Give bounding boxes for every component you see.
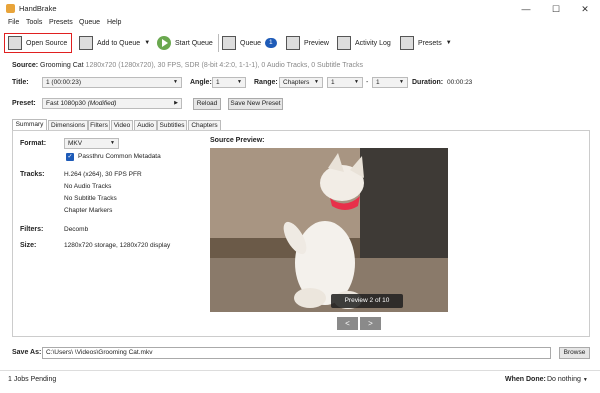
browse-button[interactable]: Browse [559, 347, 590, 359]
cat-preview-picture [210, 148, 448, 312]
range-end-select[interactable]: 1 ▼ [372, 77, 408, 88]
window-title: HandBrake [19, 4, 57, 13]
format-label: Format: [20, 140, 47, 147]
format-value: MKV [68, 140, 83, 147]
presets-button[interactable]: Presets ▼ [400, 33, 452, 53]
title-value: 1 (00:00:23) [46, 79, 82, 86]
source-label: Source: [12, 62, 39, 69]
size-value: 1280x720 storage, 1280x720 display [64, 242, 171, 249]
title-label: Title: [12, 79, 29, 86]
add-queue-icon [79, 36, 93, 50]
angle-value: 1 [216, 79, 220, 86]
chevron-down-icon: ▼ [237, 79, 242, 85]
passthru-checkbox[interactable]: ✓ [66, 153, 74, 161]
add-to-queue-button[interactable]: Add to Queue ▼ [79, 33, 150, 53]
chevron-down-icon[interactable]: ▼ [144, 40, 150, 46]
jobs-pending-status: 1 Jobs Pending [8, 376, 57, 383]
preset-select[interactable]: Fast 1080p30 (Modified) ▶ [42, 98, 182, 109]
start-queue-button[interactable]: Start Queue [157, 33, 213, 53]
track-item: No Subtitle Tracks [64, 195, 117, 202]
activity-log-label: Activity Log [355, 39, 391, 47]
save-path-input[interactable]: C:\Users\ \Videos\Grooming Cat.mkv [42, 347, 551, 359]
source-info: Source: Grooming Cat 1280x720 (1280x720)… [12, 62, 363, 69]
angle-select[interactable]: 1 ▼ [212, 77, 246, 88]
preview-label: Preview [304, 39, 329, 47]
tracks-label: Tracks: [20, 171, 45, 178]
title-bar [0, 0, 600, 18]
menu-file[interactable]: File [8, 19, 19, 26]
chevron-down-icon: ▼ [582, 377, 588, 383]
preview-button[interactable]: Preview [286, 33, 329, 53]
save-new-preset-button[interactable]: Save New Preset [228, 98, 283, 110]
source-detail: 1280x720 (1280x720), 30 FPS, SDR (8-bit … [85, 62, 363, 69]
handbrake-logo-icon [6, 4, 15, 13]
add-to-queue-label: Add to Queue [97, 39, 141, 47]
duration-label: Duration: [412, 79, 444, 86]
chevron-right-icon: ▶ [174, 100, 178, 106]
presets-icon [400, 36, 414, 50]
activity-log-button[interactable]: Activity Log [337, 33, 391, 53]
filters-value: Decomb [64, 226, 89, 233]
menu-presets[interactable]: Presets [49, 19, 73, 26]
chevron-down-icon: ▼ [445, 40, 452, 46]
preview-icon [286, 36, 300, 50]
when-done-label: When Done: [505, 376, 546, 383]
preset-modified: (Modified) [87, 100, 117, 107]
range-dash: - [366, 79, 369, 86]
open-source-button[interactable]: Open Source [4, 33, 72, 53]
title-select[interactable]: 1 (00:00:23) ▼ [42, 77, 182, 88]
preview-counter: Preview 2 of 10 [331, 294, 403, 308]
chevron-down-icon: ▼ [399, 79, 404, 85]
menu-queue[interactable]: Queue [79, 19, 100, 26]
next-preview-button[interactable]: > [360, 317, 381, 330]
minimize-button[interactable]: — [513, 2, 539, 16]
when-done-value: Do nothing [547, 376, 581, 383]
range-end-value: 1 [376, 79, 380, 86]
chevron-down-icon: ▼ [314, 79, 319, 85]
toolbar-divider [218, 34, 219, 52]
filters-label: Filters: [20, 226, 44, 233]
range-type-select[interactable]: Chapters ▼ [279, 77, 323, 88]
presets-label: Presets [418, 39, 442, 47]
queue-label: Queue [240, 39, 262, 47]
queue-button[interactable]: Queue 1 [222, 33, 277, 53]
preset-label: Preset: [12, 100, 36, 107]
start-queue-label: Start Queue [175, 39, 213, 47]
play-icon [157, 36, 171, 50]
save-as-label: Save As: [12, 349, 42, 356]
duration-value: 00:00:23 [447, 79, 473, 86]
range-type-value: Chapters [283, 79, 310, 86]
source-name: Grooming Cat [40, 62, 84, 69]
chevron-down-icon: ▼ [354, 79, 359, 85]
source-preview-heading: Source Preview: [210, 137, 265, 144]
queue-icon [222, 36, 236, 50]
range-start-select[interactable]: 1 ▼ [327, 77, 363, 88]
range-start-value: 1 [331, 79, 335, 86]
queue-count-badge: 1 [265, 38, 277, 48]
track-item: No Audio Tracks [64, 183, 112, 190]
maximize-button[interactable]: ☐ [543, 2, 569, 16]
menu-tools[interactable]: Tools [26, 19, 42, 26]
close-button[interactable]: ✕ [572, 2, 598, 16]
reload-button[interactable]: Reload [193, 98, 221, 110]
track-item: Chapter Markers [64, 207, 113, 214]
open-source-label: Open Source [26, 39, 68, 47]
range-label: Range: [254, 79, 278, 86]
preview-image [210, 148, 448, 312]
when-done-select[interactable]: Do nothing ▼ [547, 376, 588, 383]
menu-help[interactable]: Help [107, 19, 121, 26]
size-label: Size: [20, 242, 37, 249]
track-item: H.264 (x264), 30 FPS PFR [64, 171, 142, 178]
log-icon [337, 36, 351, 50]
previous-preview-button[interactable]: < [337, 317, 358, 330]
angle-label: Angle: [190, 79, 212, 86]
chevron-down-icon: ▼ [173, 79, 178, 85]
format-select[interactable]: MKV ▼ [64, 138, 119, 149]
passthru-label: Passthru Common Metadata [78, 153, 161, 160]
chevron-down-icon: ▼ [110, 140, 115, 146]
preset-value: Fast 1080p30 [46, 100, 86, 107]
film-clapper-icon [8, 36, 22, 50]
